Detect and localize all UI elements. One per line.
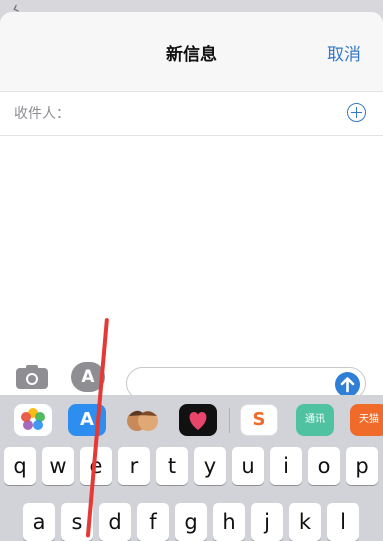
key-t[interactable]: t <box>156 447 188 485</box>
add-contact-icon[interactable] <box>347 103 366 122</box>
cancel-button[interactable]: 取消 <box>327 40 361 65</box>
memoji-app-icon[interactable] <box>123 404 161 436</box>
key-p[interactable]: p <box>346 447 378 485</box>
digital-touch-app-icon[interactable] <box>179 404 217 436</box>
app-drawer-divider <box>229 408 230 433</box>
key-f[interactable]: f <box>137 503 169 541</box>
green-app-icon[interactable]: 通讯 <box>296 404 334 436</box>
arrow-up-icon <box>340 377 355 393</box>
key-g[interactable]: g <box>175 503 207 541</box>
key-e[interactable]: e <box>80 447 112 485</box>
photos-app-icon[interactable] <box>14 404 52 436</box>
app-store-icon[interactable]: A <box>71 362 105 392</box>
key-o[interactable]: o <box>308 447 340 485</box>
recipient-label: 收件人： <box>14 106 70 122</box>
new-message-sheet: 新信息 取消 收件人： A <box>0 12 383 395</box>
key-l[interactable]: l <box>327 503 359 541</box>
key-d[interactable]: d <box>99 503 131 541</box>
key-r[interactable]: r <box>118 447 150 485</box>
key-y[interactable]: y <box>194 447 226 485</box>
key-q[interactable]: q <box>4 447 36 485</box>
compose-bar: A <box>0 352 383 395</box>
key-j[interactable]: j <box>251 503 283 541</box>
app-drawer: A S 通讯 天猫 <box>0 395 383 447</box>
key-i[interactable]: i <box>270 447 302 485</box>
page-title: 新信息 <box>166 45 217 65</box>
key-w[interactable]: w <box>42 447 74 485</box>
sogou-app-icon[interactable]: S <box>240 404 278 436</box>
recipient-field[interactable]: 收件人： <box>0 92 383 136</box>
orange-app-icon[interactable]: 天猫 <box>350 404 383 436</box>
key-a[interactable]: a <box>23 503 55 541</box>
key-u[interactable]: u <box>232 447 264 485</box>
navigation-bar: 新信息 取消 <box>0 12 383 92</box>
send-button[interactable] <box>335 372 360 395</box>
message-input[interactable] <box>126 367 366 395</box>
app-store-app-icon[interactable]: A <box>68 404 106 436</box>
key-s[interactable]: s <box>61 503 93 541</box>
camera-icon[interactable] <box>15 364 49 390</box>
keyboard: q w e r t y u i o p a s d f g h j k l <box>0 447 383 541</box>
key-k[interactable]: k <box>289 503 321 541</box>
key-h[interactable]: h <box>213 503 245 541</box>
